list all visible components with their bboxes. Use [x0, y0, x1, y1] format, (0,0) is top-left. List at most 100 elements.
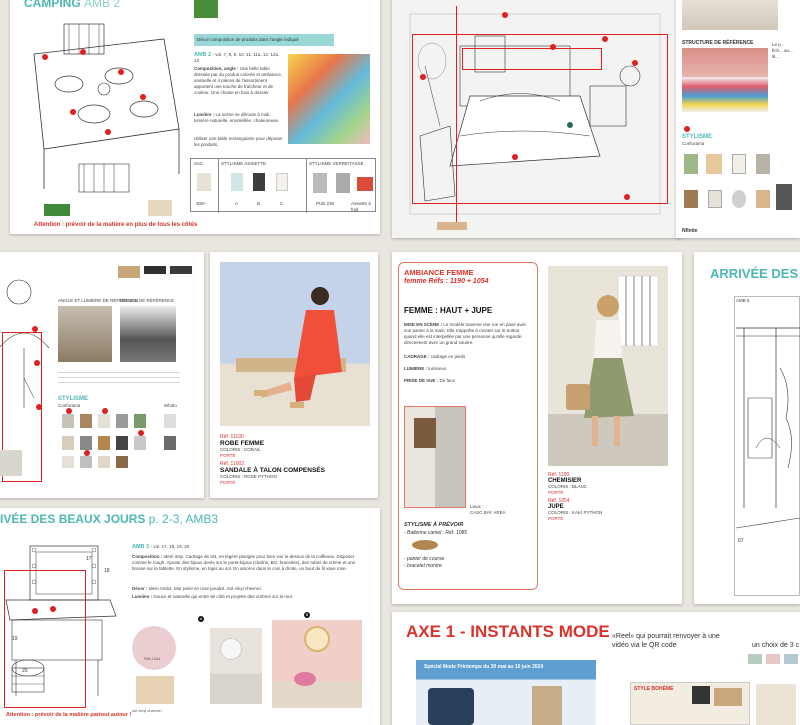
- floor-swatch: [136, 676, 174, 704]
- camping-note: Utiliser une table rectangulaire pour dé…: [194, 136, 283, 147]
- camping-title-suffix: AMB 2: [84, 0, 121, 10]
- composition-label: Composition :: [132, 554, 163, 559]
- arrivee-title: ARRIVÉE DES: [710, 266, 799, 281]
- table-photo: [288, 54, 370, 144]
- marker-dot: [32, 608, 38, 614]
- marker-dot: [50, 606, 56, 612]
- stylisme-item: - Ballerine camel : Réf. 1085: [404, 530, 468, 536]
- stylisme-label: STYLISME: [58, 396, 89, 402]
- product1-tag: PORTÉ: [220, 453, 236, 458]
- decor-text: Idem Amb2. Mur peint en rose poudré. Sol…: [148, 586, 263, 591]
- color-swatch: [784, 654, 798, 664]
- decor-label: Décor :: [132, 586, 148, 591]
- ambiance-title: AMBIANCE FEMME: [404, 268, 474, 277]
- wholo-label: Wholo: [164, 403, 177, 408]
- stylisme-sub: Conforama: [682, 141, 705, 146]
- marker-dot: [632, 60, 638, 66]
- marker-dot: [32, 326, 38, 332]
- marker-dot: [140, 94, 146, 100]
- floor-swatch: [0, 450, 22, 476]
- axe1-title: AXE 1 - INSTANTS MODE: [406, 622, 610, 641]
- page-arrivee: ARRIVÉE DES AMB 8 67: [694, 252, 800, 604]
- marker-dot: [550, 44, 556, 50]
- nfinite-label: Nfinite: [682, 228, 698, 234]
- table-header: STYLISME ASSIETTE: [221, 161, 267, 166]
- product-table: SAC STYLISME ASSIETTE STYLISME VERRE/TAS…: [190, 158, 376, 213]
- swatch-label: RAL1164: [144, 656, 161, 661]
- grass-swatch: [44, 204, 70, 216]
- composition-banner: Décor composition de produits dans l'ang…: [194, 34, 334, 46]
- table-value: C: [280, 201, 284, 206]
- color-swatch: [766, 654, 780, 664]
- cadrage-label: CADRAGE :: [404, 354, 430, 359]
- marker-dot: [102, 408, 108, 414]
- pink-swatch: [132, 626, 176, 670]
- stylisme-item: - bracelet montre: [404, 563, 442, 569]
- page-ambiance-femme: AMBIANCE FEMME femme Réfs : 1190 + 1054 …: [392, 252, 682, 604]
- camping-warning: Attention : prévoir de la matière en plu…: [34, 222, 198, 228]
- choice-text: un choix de 3 c: [752, 642, 800, 649]
- table-header: STYLISME VERRE/TASSE: [309, 161, 364, 166]
- page-living: ANGLE ET LUMIÈRE DE RÉFÉRENCE RÉGION DE …: [0, 252, 204, 498]
- page-camping: CAMPING AMB 2 Attention : prévoir de la …: [10, 0, 380, 234]
- marker-dot: [80, 49, 86, 55]
- marker-dot: [105, 129, 111, 135]
- side-text: Le p... fich... au... lit...: [772, 42, 793, 59]
- lumiere-label: LUMIÈRE :: [404, 366, 427, 371]
- prise-label: PRISE DE VUE :: [404, 378, 439, 383]
- marker-dot: [66, 408, 72, 414]
- mise-label: MISE EN SCÈNE :: [404, 322, 443, 327]
- marker-dot: [138, 430, 144, 436]
- ambiance-heading: FEMME : HAUT + JUPE: [404, 306, 493, 315]
- marker-b: B: [304, 612, 310, 618]
- style-text: STYLE BOHÈME: [634, 686, 674, 692]
- page-beaux-jours: IVÉE DES BEAUX JOURS p. 2-3, AMB3 17 18 …: [0, 508, 380, 725]
- amb-label: AMB 8: [736, 298, 750, 303]
- page-robe: Réf. 11190 ROBE FEMME COLORIS : CORAIL P…: [210, 252, 378, 498]
- stylisme-label: STYLISME: [682, 134, 713, 140]
- product-box: [148, 200, 172, 216]
- reel-text: «Reel» qui pourrait renvoyer à une vidéo…: [612, 633, 720, 649]
- woman-figure: [236, 287, 346, 408]
- page-reference: STRUCTURE DE RÉFÉRENCE Le p... fich... a…: [676, 0, 800, 238]
- prise-text: De face: [439, 378, 456, 383]
- structure-label: RÉGION DE RÉFÉRENCE: [120, 298, 175, 303]
- composition-label: Composition, angle :: [194, 66, 239, 71]
- reference-photo-living: [58, 306, 112, 362]
- table-value: Assiette à fruit: [351, 201, 371, 212]
- beaux-jours-pages: p. 2-3, AMB3: [148, 512, 219, 526]
- marker-dot: [34, 360, 40, 366]
- page-bedroom: [392, 0, 682, 238]
- marker-dot: [84, 450, 90, 456]
- marker-dot: [502, 12, 508, 18]
- marker-number: 17: [86, 556, 92, 562]
- location-place: CASC BAY AREA: [470, 510, 506, 515]
- promo-text: Spécial Mode Printemps du 30 mai au 10 j…: [424, 664, 544, 670]
- product1-name: ROBE FEMME: [220, 440, 265, 447]
- beaux-jours-warning: Attention : prévoir de la matière partou…: [6, 712, 132, 718]
- stylisme-label: STYLISME À PRÉVOIR: [404, 522, 464, 528]
- composition-text: Idem insp. Cadrage de 3/4, en légère plo…: [132, 554, 356, 571]
- living-description: [58, 368, 180, 386]
- marker-dot: [118, 69, 124, 75]
- product2-tag: PORTÉ: [548, 516, 564, 521]
- marker-dot: [624, 194, 630, 200]
- marker-a: A: [198, 616, 204, 622]
- camping-table-drawing: [33, 23, 180, 193]
- marker-dot: [602, 36, 608, 42]
- product1-tag: PORTÉ: [548, 490, 564, 495]
- structure-label: STRUCTURE DE RÉFÉRENCE: [682, 40, 754, 46]
- table-value: 300+: [196, 201, 207, 206]
- reference-photo-bed: [682, 0, 778, 30]
- cadrage-text: cadrage en pieds: [430, 354, 466, 359]
- marker-dot: [512, 154, 518, 160]
- table-header: SAC: [194, 161, 204, 166]
- table-value: B: [257, 201, 261, 206]
- lumiere-label: Lumière :: [194, 112, 215, 117]
- marker-dot: [42, 54, 48, 60]
- lumiere-text: lumineux: [428, 366, 447, 371]
- woman-figure: [566, 275, 659, 446]
- product2-tag: PORTÉ: [220, 480, 236, 485]
- marker-dot: [36, 404, 42, 410]
- marker-number: 19: [12, 636, 18, 642]
